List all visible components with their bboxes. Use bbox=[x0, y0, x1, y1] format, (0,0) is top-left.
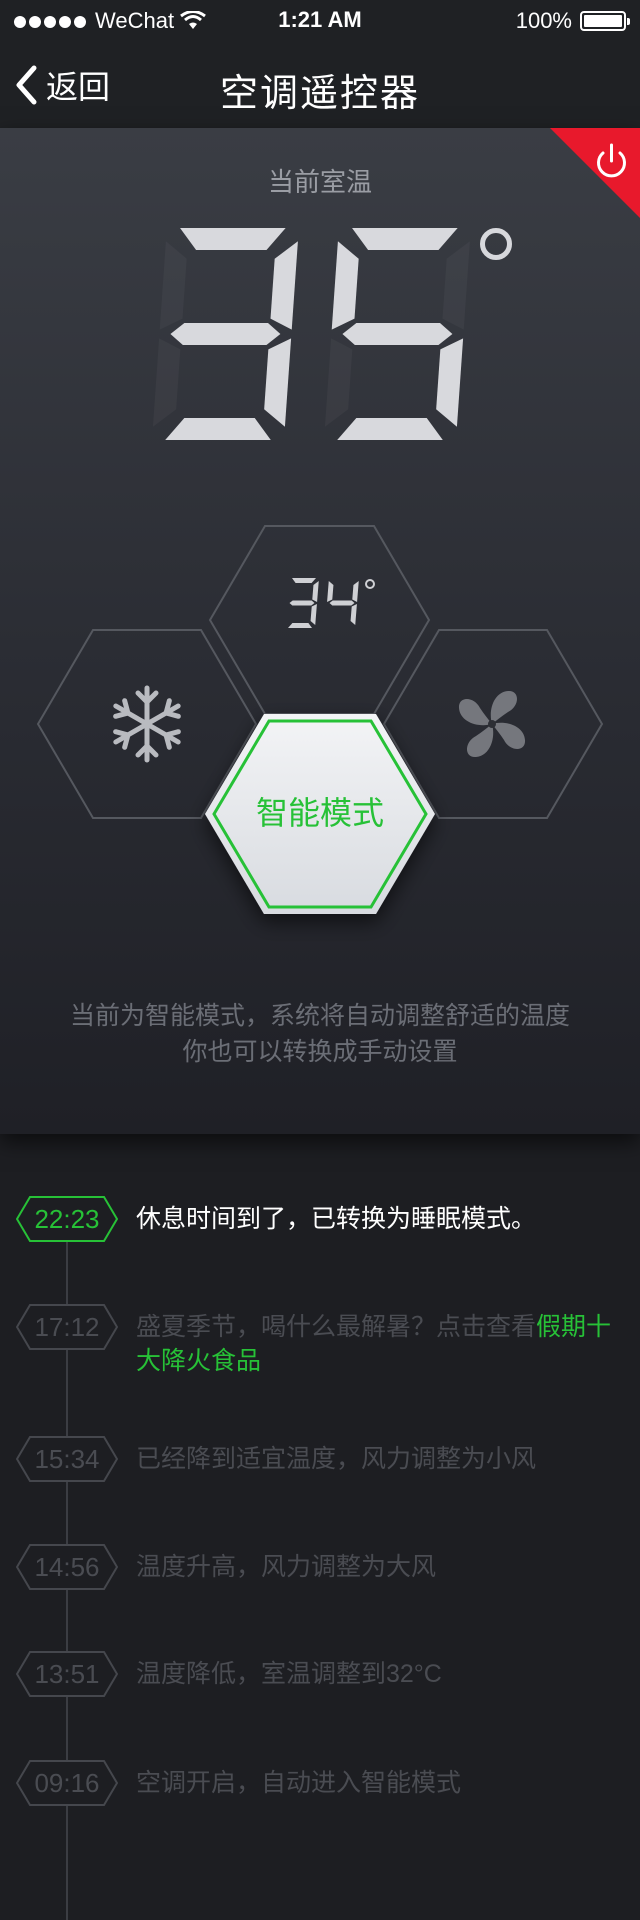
digit-segment bbox=[310, 604, 317, 625]
digit-segment bbox=[292, 578, 316, 583]
digit-segment bbox=[324, 338, 353, 427]
page-title: 空调遥控器 bbox=[219, 73, 420, 115]
digit-segment bbox=[327, 581, 334, 602]
hint-line-2: 你也可以转换成手动设置 bbox=[182, 1038, 458, 1066]
digit-segment bbox=[180, 228, 286, 250]
digit-segment bbox=[289, 600, 315, 606]
event-timeline: 22:23 休息时间到了，已转换为睡眠模式。 17:12 盛夏季节，喝什么最解暑… bbox=[0, 1134, 640, 1920]
event-text: 休息时间到了，已转换为睡眠模式。 bbox=[136, 1205, 537, 1233]
event-text: 温度升高，风力调整为大风 bbox=[136, 1553, 437, 1581]
time-badge: 14:56 bbox=[16, 1544, 118, 1590]
digit-segment bbox=[436, 338, 464, 427]
digit-segment bbox=[159, 241, 187, 330]
fan-icon bbox=[458, 690, 526, 758]
time-label: 15:34 bbox=[34, 1444, 100, 1474]
snowflake-icon bbox=[111, 685, 182, 760]
digit-segment bbox=[329, 600, 355, 606]
digit-segment bbox=[285, 604, 291, 625]
digit-segment bbox=[442, 241, 470, 330]
battery-icon bbox=[580, 11, 630, 31]
current-temp-display bbox=[152, 228, 470, 440]
smart-mode-button[interactable]: 智能模式 bbox=[205, 714, 435, 914]
time-badge: 09:16 bbox=[16, 1760, 118, 1806]
time-badge: 15:34 bbox=[16, 1436, 118, 1482]
digit-segment bbox=[270, 241, 298, 330]
battery-percent: 100% bbox=[515, 8, 572, 33]
digit-segment bbox=[352, 581, 359, 602]
nav-bar: 返回 空调遥控器 bbox=[0, 40, 640, 128]
mode-selector: 智能模式 bbox=[36, 525, 604, 914]
time-label: 09:16 bbox=[34, 1768, 100, 1798]
time-label: 22:23 bbox=[34, 1204, 100, 1234]
digit-segment bbox=[152, 338, 181, 427]
event-text: 空调开启，自动进入智能模式 bbox=[136, 1769, 462, 1797]
digit-segment bbox=[328, 623, 352, 628]
time-label: 17:12 bbox=[34, 1312, 100, 1342]
status-bar: WeChat 1:21 AM 100% bbox=[0, 0, 640, 40]
degree-symbol bbox=[480, 228, 512, 260]
target-temp-hex[interactable] bbox=[208, 525, 431, 715]
digit-segment bbox=[332, 578, 356, 583]
event-text: 已经降到适宜温度，风力调整为小风 bbox=[136, 1445, 537, 1473]
digit-segment bbox=[352, 228, 458, 250]
digit-segment bbox=[342, 323, 453, 345]
target-temp-display bbox=[285, 578, 359, 628]
time-badge: 22:23 bbox=[16, 1196, 118, 1242]
digit-segment bbox=[165, 418, 271, 440]
control-panel: 当前室温 35 bbox=[0, 128, 640, 1134]
digit-segment bbox=[350, 604, 357, 625]
digit-segment bbox=[337, 418, 443, 440]
digit-segment bbox=[325, 604, 331, 625]
digit-segment bbox=[288, 623, 312, 628]
digit-segment bbox=[312, 581, 319, 602]
current-temp-label: 当前室温 bbox=[267, 167, 372, 197]
event-text: 温度降低，室温调整到32°C bbox=[136, 1660, 442, 1688]
time-label: 14:56 bbox=[34, 1552, 100, 1582]
digit-segment bbox=[264, 338, 292, 427]
smart-mode-label: 智能模式 bbox=[256, 795, 384, 831]
digit-segment bbox=[287, 581, 293, 602]
time-label: 13:51 bbox=[34, 1659, 100, 1689]
hint-line-1: 当前为智能模式，系统将自动调整舒适的温度 bbox=[69, 1002, 570, 1030]
event-text: 盛夏季节，喝什么最解暑？点击查看 bbox=[136, 1313, 537, 1341]
time-badge: 13:51 bbox=[16, 1651, 118, 1697]
digit-segment bbox=[331, 241, 359, 330]
mode-hint: 当前为智能模式，系统将自动调整舒适的温度 你也可以转换成手动设置 bbox=[0, 998, 640, 1070]
digit-segment bbox=[170, 323, 281, 345]
time-badge: 17:12 bbox=[16, 1304, 118, 1350]
